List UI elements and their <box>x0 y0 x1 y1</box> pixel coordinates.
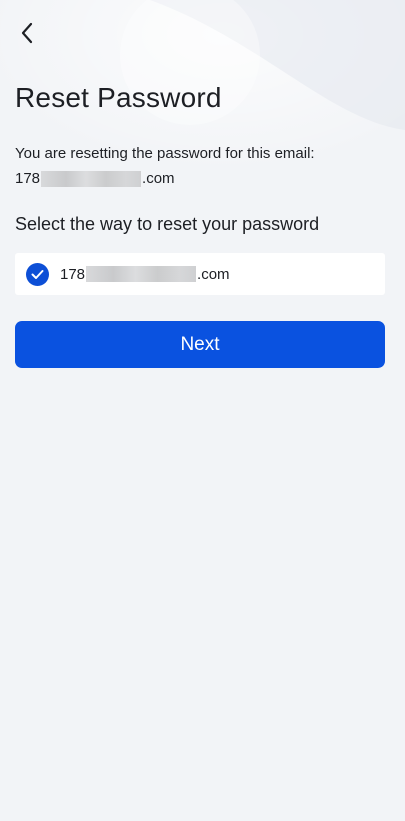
email-prefix: 178 <box>15 170 41 187</box>
background-decoration <box>0 0 405 230</box>
check-circle-icon <box>26 262 49 286</box>
reset-option-email[interactable]: 178 .com <box>15 253 385 295</box>
option-email-suffix: .com <box>197 265 230 283</box>
reset-option-email-label: 178 .com <box>60 266 230 283</box>
reset-method-label: Select the way to reset your password <box>15 214 320 234</box>
chevron-left-icon <box>21 22 33 44</box>
redacted-mask <box>41 170 142 187</box>
account-email: 178 .com <box>15 170 175 187</box>
option-email-prefix: 178 <box>60 265 86 283</box>
page-title: Reset Password <box>15 82 222 113</box>
email-suffix: .com <box>142 170 175 187</box>
next-button[interactable]: Next <box>15 321 385 368</box>
reset-intro-text: You are resetting the password for this … <box>15 145 315 162</box>
redacted-mask <box>86 266 197 282</box>
back-button[interactable] <box>12 18 42 48</box>
